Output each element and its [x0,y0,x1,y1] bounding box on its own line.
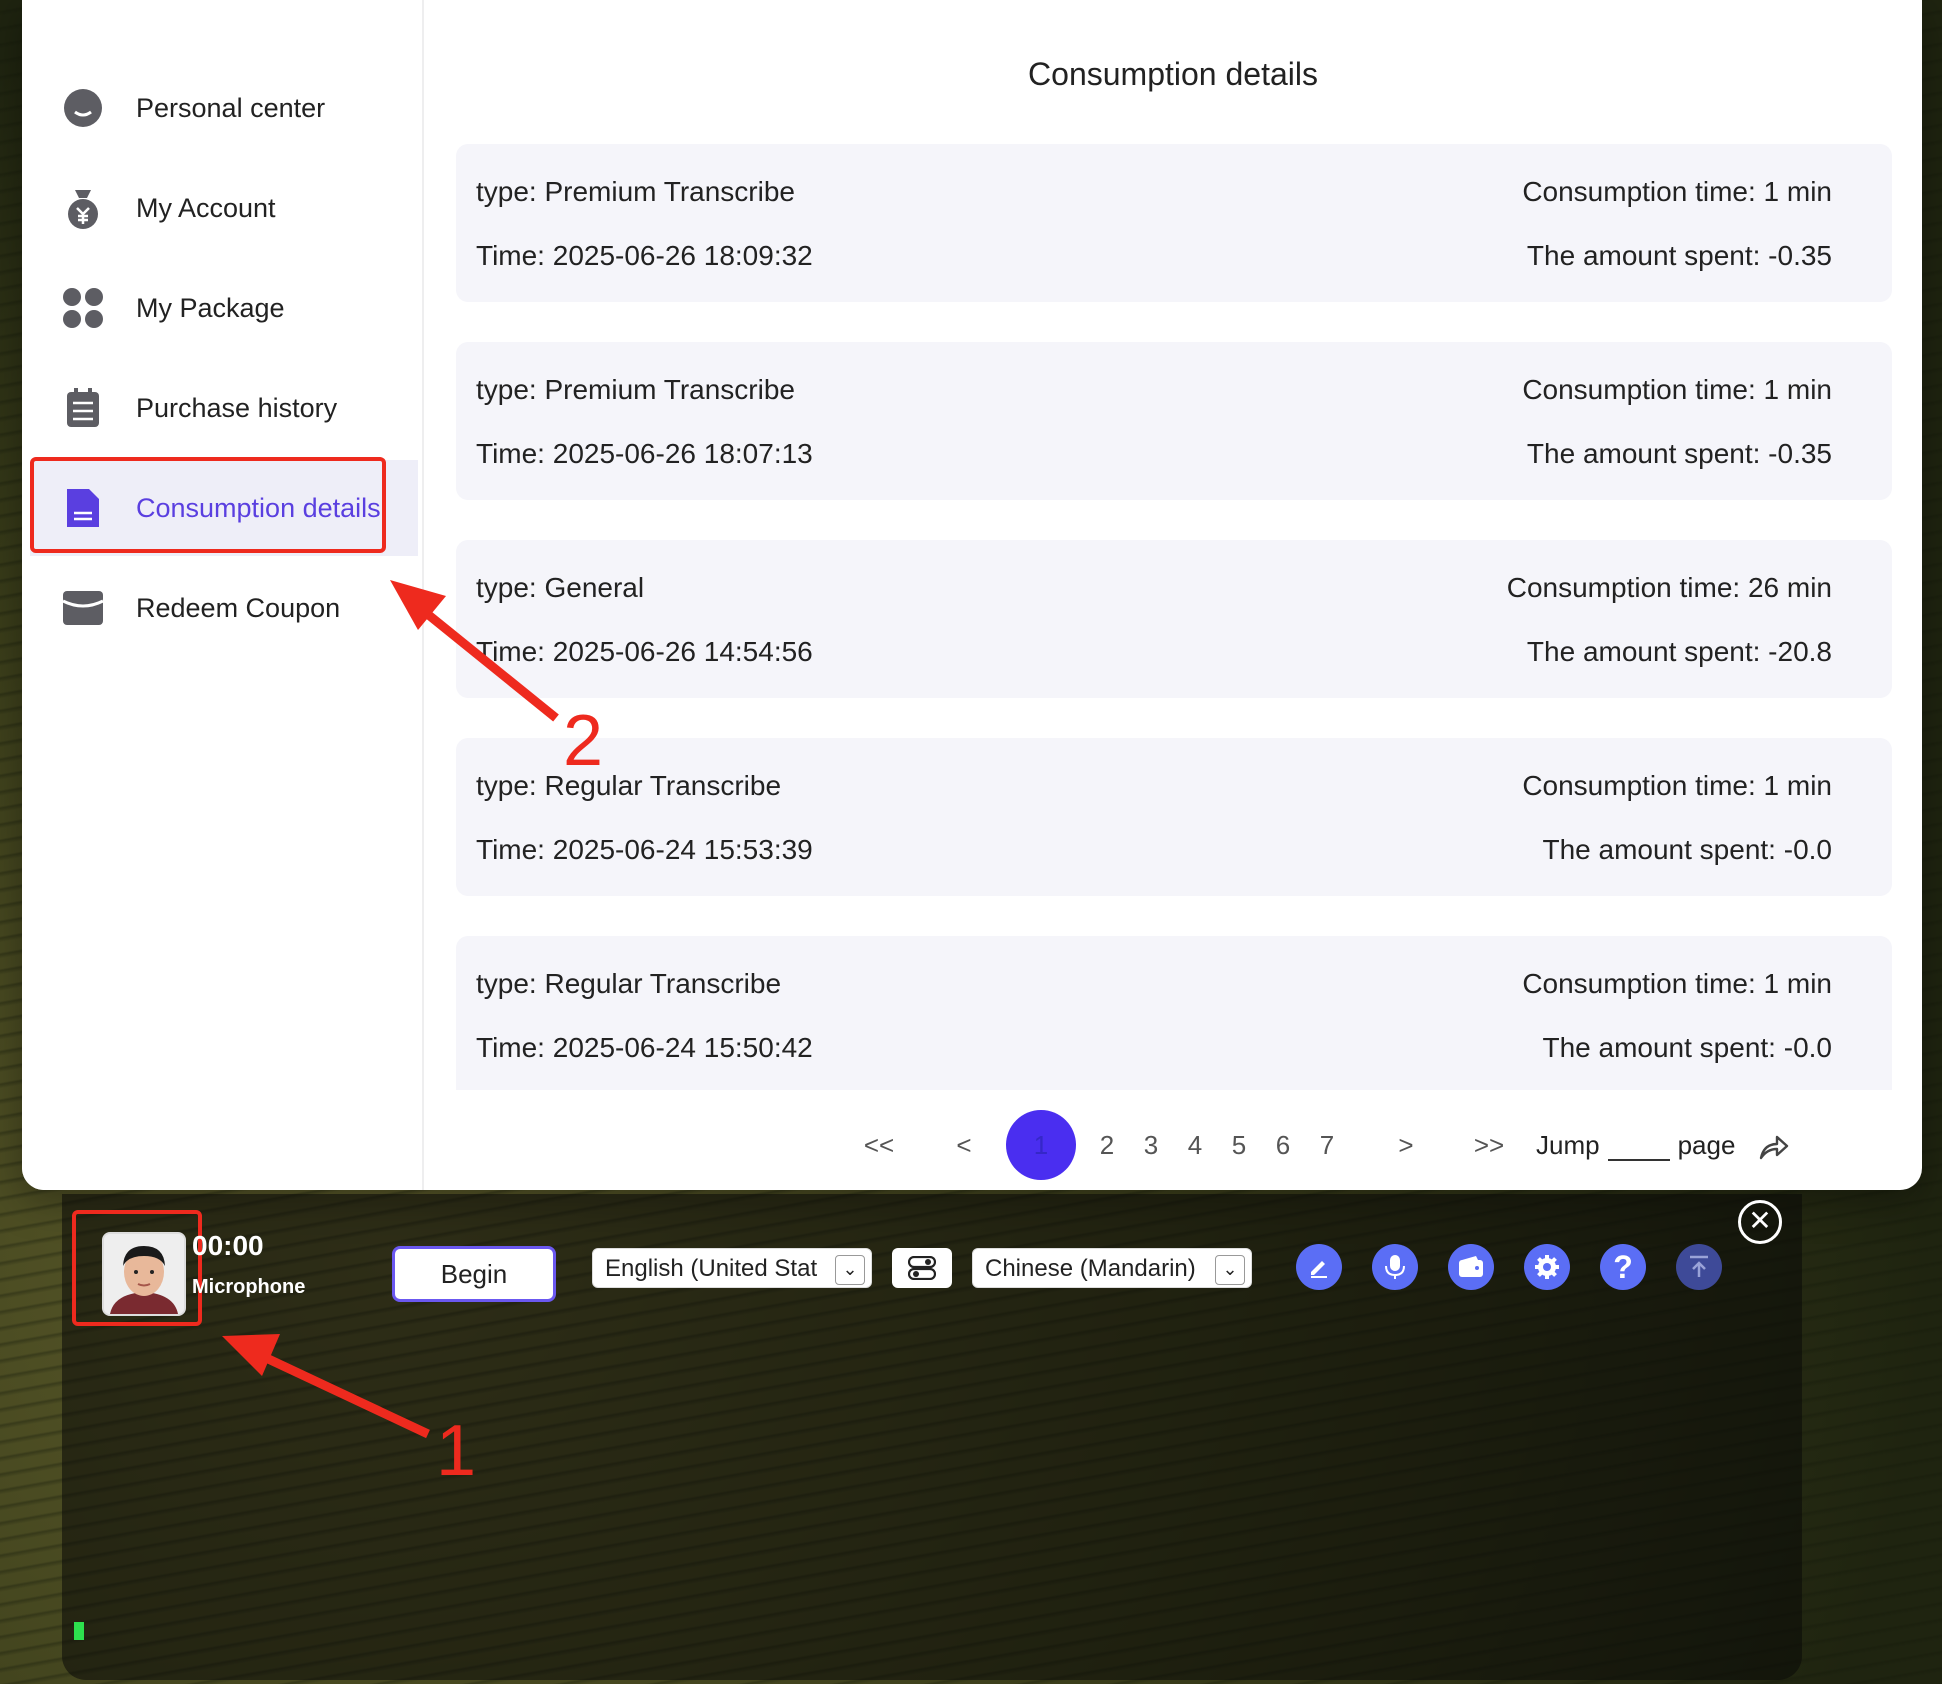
person-icon [60,85,106,131]
sidebar-item-my-account[interactable]: My Account [30,160,410,256]
pagination: << < 1 2 3 4 5 6 7 > >> Jump page [424,1110,1922,1180]
list-item: type: Regular Transcribe Time: 2025-06-2… [456,936,1892,1090]
sidebar-item-label: My Account [136,192,276,223]
record-amount: The amount spent: -0.0 [1542,1032,1832,1063]
sidebar-item-redeem-coupon[interactable]: Redeem Coupon [30,560,410,656]
record-time: Time: 2025-06-26 18:07:13 [476,438,813,469]
first-page-button[interactable]: << [854,1110,904,1180]
next-page-button[interactable]: > [1386,1110,1426,1180]
prev-page-button[interactable]: < [944,1110,984,1180]
record-duration: Consumption time: 1 min [1522,374,1832,405]
record-amount: The amount spent: -0.35 [1526,438,1832,469]
record-duration: Consumption time: 1 min [1522,770,1832,801]
record-time: Time: 2025-06-26 18:09:32 [476,240,813,271]
record-amount: The amount spent: -0.35 [1526,240,1832,271]
coupon-icon [60,585,106,631]
last-page-button[interactable]: >> [1464,1110,1514,1180]
pin-to-top-icon[interactable] [1676,1244,1722,1290]
sidebar-item-label: My Package [136,292,285,323]
source-language-select[interactable]: English (United Stat ⌄ [592,1248,872,1288]
edit-icon[interactable] [1296,1244,1342,1290]
list-item: type: Regular Transcribe Time: 2025-06-2… [456,738,1892,896]
clipboard-icon [60,385,106,431]
jump-to-page: Jump page [1536,1110,1786,1180]
audio-level-indicator [74,1622,84,1640]
source-language-value: English (United Stat [605,1255,818,1282]
record-type: type: Regular Transcribe [476,968,782,999]
record-duration: Consumption time: 26 min [1506,572,1832,603]
sidebar-item-purchase-history[interactable]: Purchase history [30,360,410,456]
recording-toolbar: 00:00 Microphone Begin English (United S… [62,1194,1802,1680]
target-language-value: Chinese (Mandarin) [985,1255,1196,1282]
page-button-current[interactable]: 1 [1006,1110,1076,1180]
page-button[interactable]: 4 [1180,1110,1210,1180]
close-icon[interactable]: ✕ [1738,1200,1782,1244]
list-item: type: Premium Transcribe Time: 2025-06-2… [456,342,1892,500]
sidebar-item-label: Personal center [136,92,326,123]
jump-label: Jump [1536,1130,1600,1160]
sidebar: Personal center My Account My Package Pu… [22,0,424,1190]
page-button[interactable]: 7 [1312,1110,1342,1180]
annotation-highlight-box [72,1210,202,1326]
page-label: page [1677,1130,1736,1160]
sidebar-item-personal-center[interactable]: Personal center [30,60,410,156]
toggle-icon [908,1256,936,1280]
annotation-label-1: 1 [436,1411,477,1491]
chevron-down-icon: ⌄ [835,1255,865,1285]
record-type: type: Premium Transcribe [476,176,795,207]
annotation-label-2: 2 [563,701,604,781]
record-duration: Consumption time: 1 min [1522,176,1832,207]
main-content: Consumption details type: Premium Transc… [424,0,1922,1190]
record-type: type: Premium Transcribe [476,374,795,405]
record-amount: The amount spent: -20.8 [1526,636,1832,667]
sidebar-item-label: Purchase history [136,392,338,423]
swap-languages-button[interactable] [892,1248,952,1288]
account-window: Personal center My Account My Package Pu… [22,0,1922,1190]
microphone-icon[interactable] [1372,1244,1418,1290]
help-icon[interactable]: ? [1600,1244,1646,1290]
target-language-select[interactable]: Chinese (Mandarin) ⌄ [972,1248,1252,1288]
chevron-down-icon: ⌄ [1215,1255,1245,1285]
document-icon [60,485,106,531]
record-duration: Consumption time: 1 min [1522,968,1832,999]
sidebar-item-label: Redeem Coupon [136,592,341,623]
record-time: Time: 2025-06-24 15:53:39 [476,834,813,865]
page-button[interactable]: 2 [1092,1110,1122,1180]
record-time: Time: 2025-06-26 14:54:56 [476,636,813,667]
sidebar-item-consumption-details[interactable]: Consumption details [30,460,418,556]
list-item: type: Premium Transcribe Time: 2025-06-2… [456,144,1892,302]
record-time: Time: 2025-06-24 15:50:42 [476,1032,813,1063]
page-title: Consumption details [1028,56,1318,92]
sidebar-item-my-package[interactable]: My Package [30,260,410,356]
settings-gear-icon[interactable] [1524,1244,1570,1290]
page-button[interactable]: 6 [1268,1110,1298,1180]
grid-icon [60,285,106,331]
recording-timer: 00:00 [192,1230,264,1261]
begin-button[interactable]: Begin [392,1246,556,1302]
sidebar-item-label: Consumption details [136,492,381,523]
page-button[interactable]: 5 [1224,1110,1254,1180]
jump-page-input[interactable] [1607,1133,1670,1162]
record-type: type: Regular Transcribe [476,770,782,801]
record-type: type: General [476,572,645,603]
wallet-icon[interactable] [1448,1244,1494,1290]
money-bag-icon [60,185,106,231]
page-button[interactable]: 3 [1136,1110,1166,1180]
list-item: type: General Time: 2025-06-26 14:54:56 … [456,540,1892,698]
audio-source-label: Microphone [192,1276,306,1298]
record-amount: The amount spent: -0.0 [1542,834,1832,865]
share-arrow-icon[interactable] [1754,1110,1794,1180]
